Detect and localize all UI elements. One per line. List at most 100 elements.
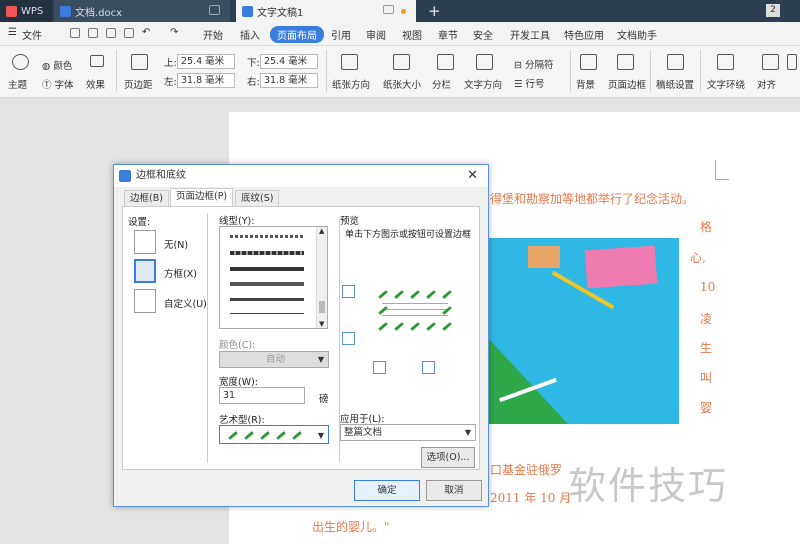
line-numbers-button[interactable]: ☰ 行号 (514, 76, 545, 90)
line-style-scrollbar[interactable]: ▲ ▼ (316, 227, 327, 328)
top-border-button[interactable] (342, 285, 355, 298)
scroll-thumb[interactable] (319, 301, 325, 313)
right-border-button[interactable] (422, 361, 435, 374)
scroll-up-icon[interactable]: ▲ (319, 227, 324, 235)
new-tab-plus-icon[interactable]: + (428, 2, 441, 20)
align-icon[interactable] (762, 54, 779, 70)
setting-none-icon[interactable] (134, 230, 156, 254)
line-style-wave[interactable] (230, 235, 304, 238)
effects-button[interactable]: 效果 (86, 77, 105, 91)
options-button[interactable]: 选项(O)... (421, 447, 475, 468)
left-margin-input[interactable]: 31.8 毫米 (177, 73, 235, 88)
redo-icon[interactable]: ↷ (170, 27, 178, 38)
bottom-margin-input[interactable]: 25.4 毫米 (260, 54, 318, 69)
ok-button[interactable]: 确定 (354, 480, 420, 501)
menu-insert[interactable]: 插入 (240, 27, 260, 42)
monitor-icon[interactable] (383, 5, 394, 14)
close-icon[interactable]: ✕ (467, 165, 478, 187)
inserted-photo[interactable] (488, 238, 679, 424)
setting-none[interactable]: 无(N) (164, 237, 188, 251)
setting-custom-icon[interactable] (134, 289, 156, 313)
orientation-button[interactable]: 纸张方向 (332, 77, 370, 91)
background-button[interactable]: 背景 (576, 77, 595, 91)
apply-to-select[interactable]: 整篇文档 ▼ (340, 424, 476, 441)
margins-icon[interactable] (131, 54, 148, 70)
monitor-icon[interactable] (209, 5, 220, 15)
top-margin-input[interactable]: 25.4 毫米 (177, 54, 235, 69)
columns-button[interactable]: 分栏 (432, 77, 451, 91)
color-select[interactable]: 自动 ▼ (219, 351, 329, 368)
save-icon[interactable] (70, 28, 80, 38)
line-style-rope[interactable] (230, 251, 304, 255)
cancel-button[interactable]: 取消 (426, 480, 482, 501)
chevron-down-icon: ▼ (317, 355, 324, 364)
text-wrap-button[interactable]: 文字环绕 (707, 77, 745, 91)
tab-borders[interactable]: 边框(B) (124, 190, 169, 207)
right-margin-input[interactable]: 31.8 毫米 (260, 73, 318, 88)
tab-page-border[interactable]: 页面边框(P) (170, 188, 234, 207)
text-direction-icon[interactable] (476, 54, 493, 70)
line-style-thin[interactable] (230, 313, 304, 314)
menu-review[interactable]: 审阅 (366, 27, 386, 42)
menu-security[interactable]: 安全 (473, 27, 493, 42)
watermark-text: 软件技巧 (568, 464, 729, 508)
effects-icon[interactable] (90, 55, 104, 67)
menu-developer[interactable]: 开发工具 (510, 27, 550, 42)
orientation-icon[interactable] (341, 54, 358, 70)
scroll-down-icon[interactable]: ▼ (319, 320, 324, 328)
menu-features[interactable]: 特色应用 (564, 27, 604, 42)
text-direction-button[interactable]: 文字方向 (464, 77, 502, 91)
menu-home[interactable]: 开始 (203, 27, 223, 42)
line-style-medium[interactable] (230, 298, 304, 301)
width-input[interactable]: 31 (219, 387, 305, 404)
art-select[interactable]: ▼ (219, 425, 329, 444)
line-style-thick2[interactable] (230, 282, 304, 286)
panel-divider (207, 213, 208, 463)
paper-size-button[interactable]: 纸张大小 (383, 77, 421, 91)
borders-shading-dialog: 边框和底纹 ✕ 边框(B) 页面边框(P) 底纹(S) 设置: 无(N) 方框(… (113, 164, 489, 507)
menu-references[interactable]: 引用 (331, 27, 351, 42)
border-preview[interactable] (378, 289, 458, 339)
paper-size-icon[interactable] (393, 54, 410, 70)
group-icon[interactable] (787, 54, 797, 70)
pencil-art-icon (394, 322, 404, 331)
breaks-button[interactable]: ⊟ 分隔符 (514, 57, 554, 71)
tab-document-docx[interactable]: 文档.docx (54, 0, 230, 22)
setting-box[interactable]: 方框(X) (164, 266, 197, 280)
page-border-button[interactable]: 页面边框 (608, 77, 646, 91)
tab-wps-home[interactable]: WPS (0, 0, 52, 22)
setting-box-icon[interactable] (134, 259, 156, 283)
theme-button[interactable]: 主题 (8, 77, 27, 91)
pencil-art-icon (426, 290, 436, 299)
fonts-button[interactable]: Ⓣ 字体 (42, 77, 74, 91)
background-icon[interactable] (580, 54, 597, 70)
menu-chapter[interactable]: 章节 (438, 27, 458, 42)
text-wrap-icon[interactable] (717, 54, 734, 70)
preview-label: 预览 (340, 216, 360, 227)
grid-paper-icon[interactable] (667, 54, 684, 70)
hamburger-icon[interactable]: ☰ (8, 27, 17, 38)
print-icon[interactable] (106, 28, 116, 38)
page-border-icon[interactable] (617, 54, 634, 70)
tab-shading[interactable]: 底纹(S) (235, 190, 280, 207)
columns-icon[interactable] (437, 54, 454, 70)
margins-button[interactable]: 页边距 (124, 77, 153, 91)
bottom-border-button[interactable] (342, 332, 355, 345)
line-style-list[interactable]: ▲ ▼ (219, 226, 328, 329)
menu-page-layout[interactable]: 页面布局 (270, 26, 324, 43)
window-count-badge[interactable]: 2 (766, 4, 780, 17)
menu-file[interactable]: 文件 (22, 27, 42, 42)
left-border-button[interactable] (373, 361, 386, 374)
menu-assistant[interactable]: 文档助手 (617, 27, 657, 42)
undo-icon[interactable]: ↶ (142, 27, 150, 38)
line-style-thick[interactable] (230, 267, 304, 271)
menu-view[interactable]: 视图 (402, 27, 422, 42)
align-button[interactable]: 对齐 (757, 77, 776, 91)
setting-custom[interactable]: 自定义(U) (164, 296, 207, 310)
export-pdf-icon[interactable] (88, 28, 98, 38)
grid-paper-button[interactable]: 稿纸设置 (656, 77, 694, 91)
theme-icon[interactable] (12, 54, 29, 70)
print-preview-icon[interactable] (124, 28, 134, 38)
tab-document-draft1[interactable]: 文字文稿1 (236, 0, 416, 22)
colors-button[interactable]: ◍ 颜色 (42, 58, 72, 72)
